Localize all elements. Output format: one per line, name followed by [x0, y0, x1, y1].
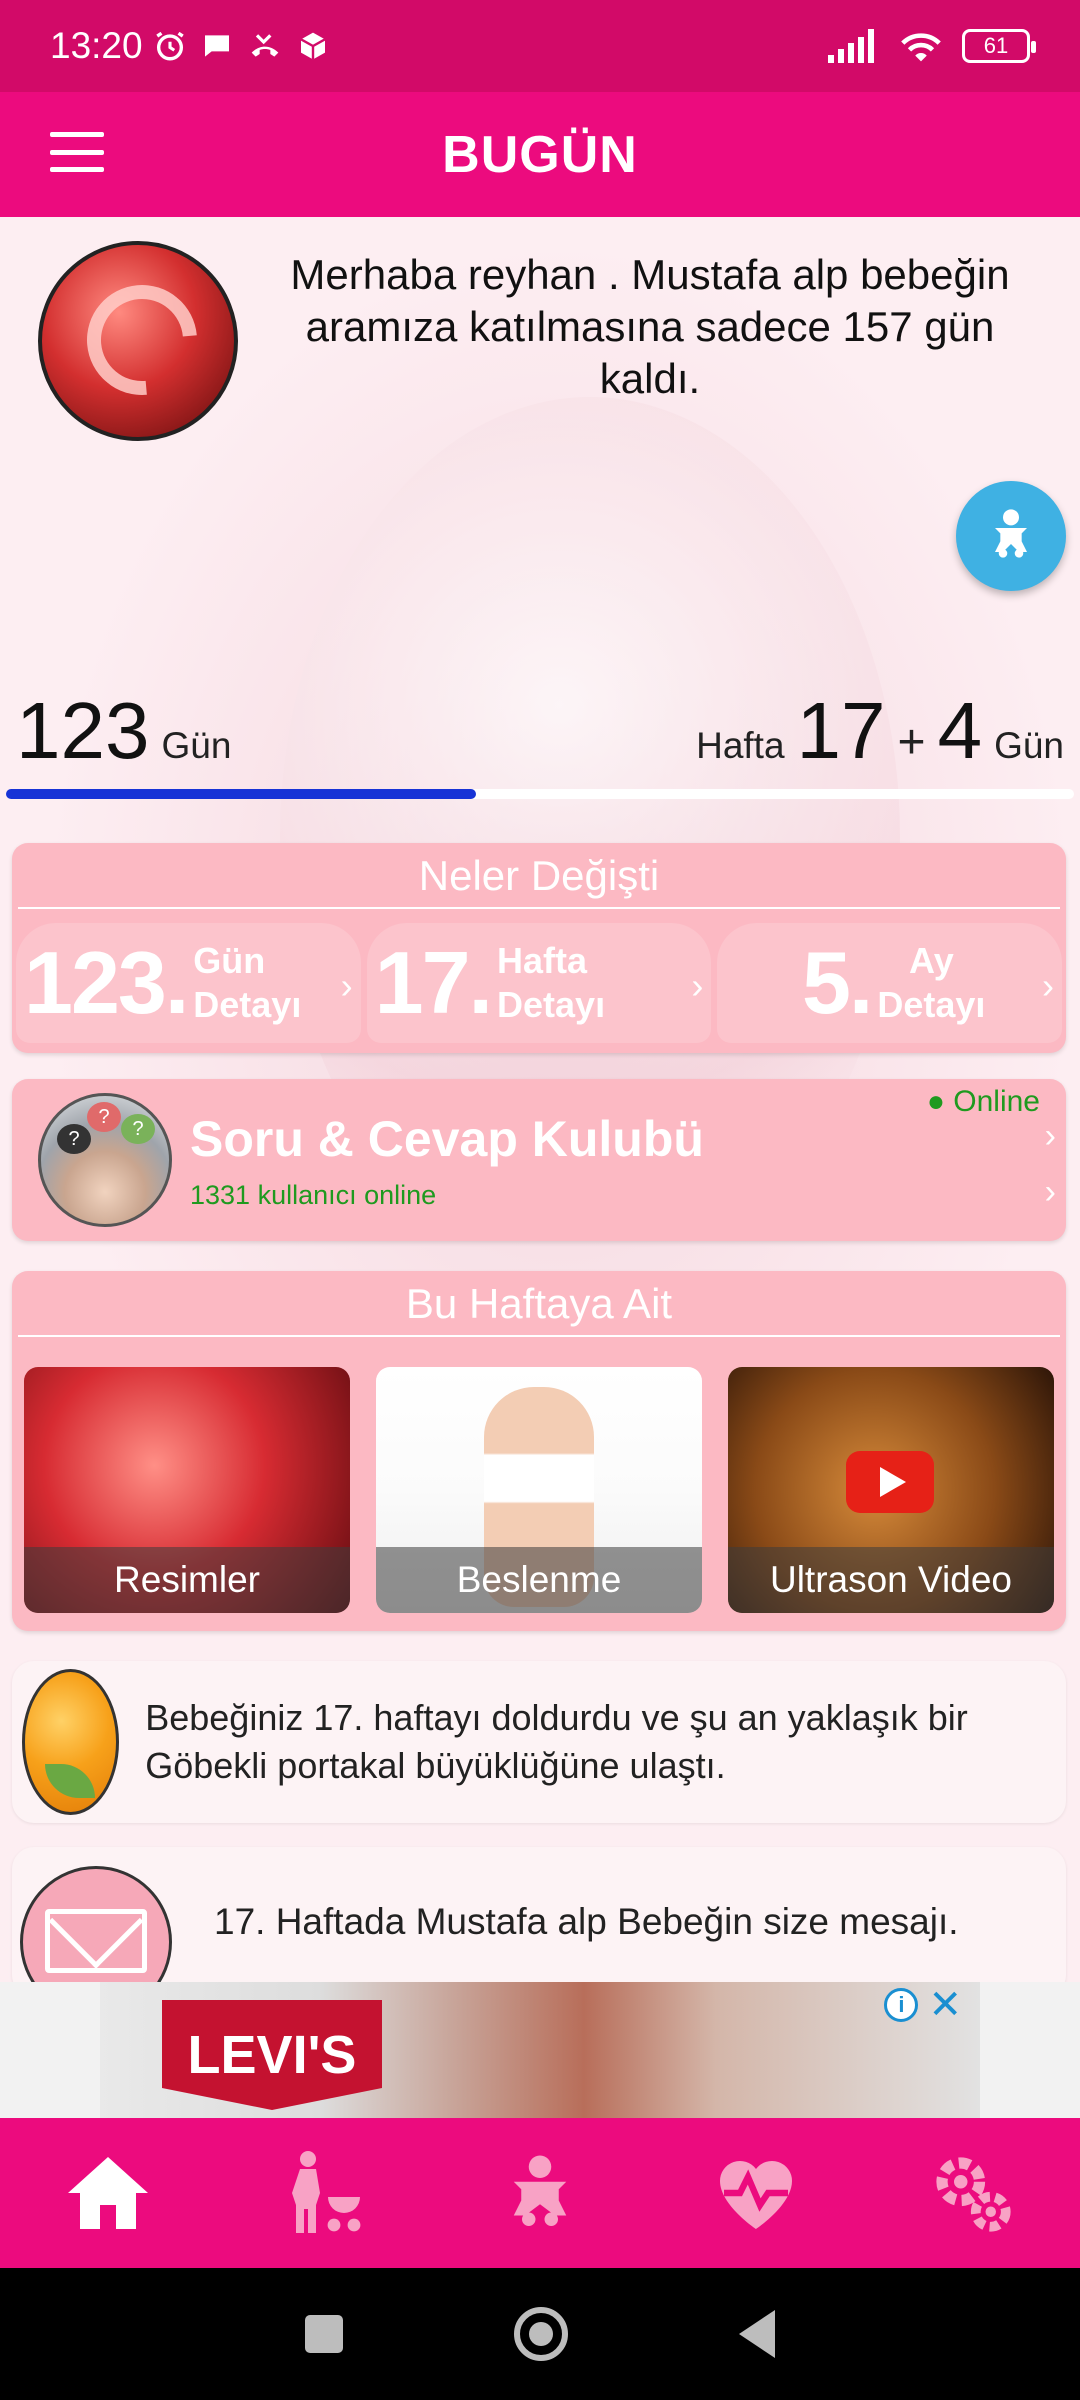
question-bubble-icon: ? — [121, 1114, 155, 1144]
orange-icon — [22, 1669, 120, 1815]
week-value: 17 — [796, 686, 886, 775]
wifi-icon — [901, 33, 941, 62]
week-detail-line2: Detayı — [497, 984, 606, 1025]
alarm-icon — [155, 31, 184, 61]
qa-club-title: Soru & Cevap Kulubü — [190, 1110, 704, 1167]
size-fact-text: Bebeğiniz 17. haftayı doldurdu ve şu an … — [145, 1697, 968, 1786]
status-time: 13:20 — [50, 25, 143, 66]
this-week-title: Bu Haftaya Ait — [18, 1271, 1060, 1337]
recents-button[interactable] — [305, 2315, 344, 2353]
nav-health[interactable] — [696, 2133, 816, 2253]
ad-banner[interactable]: LEVI'S i ✕ — [0, 1982, 1080, 2118]
home-icon — [68, 2157, 148, 2229]
ad-image[interactable]: LEVI'S i ✕ — [100, 1982, 980, 2118]
app-bar: BUGÜN — [0, 92, 1080, 217]
bottom-navigation — [0, 2118, 1080, 2268]
users-online-count: 1331 kullanıcı online — [190, 1179, 437, 1210]
extra-days-value: 4 — [937, 686, 983, 775]
greeting-text: Merhaba reyhan . Mustafa alp bebeğin ara… — [290, 251, 1010, 402]
nav-mother[interactable] — [264, 2133, 384, 2253]
page-title: BUGÜN — [442, 125, 638, 184]
status-right-icons: 61 — [828, 28, 1036, 64]
qa-club-card[interactable]: ? ? ? Soru & Cevap Kulubü 1331 kullanıcı… — [12, 1079, 1066, 1241]
chevron-right-icon: › — [1044, 1173, 1056, 1211]
week-detail-line1: Hafta — [497, 940, 588, 981]
mother-stroller-icon — [292, 2151, 361, 2233]
status-notification-icons — [153, 29, 329, 63]
battery-icon: 61 — [962, 29, 1036, 63]
heart-rate-icon — [720, 2161, 792, 2229]
month-detail-number: 5. — [801, 933, 873, 1032]
this-week-panel: Bu Haftaya Ait Resimler Beslenme Ultraso… — [12, 1271, 1066, 1631]
nutrition-tile[interactable]: Beslenme — [376, 1367, 702, 1613]
day-detail-number: 123. — [24, 933, 189, 1032]
day-counter: 123 Gün — [16, 685, 231, 777]
chevron-right-icon: › — [691, 965, 704, 1006]
levis-logo: LEVI'S — [162, 2000, 382, 2110]
hamburger-menu-icon[interactable] — [50, 132, 104, 172]
week-prefix: Hafta — [696, 725, 785, 766]
baby-icon — [995, 509, 1027, 558]
month-detail-line1: Ay — [909, 940, 954, 981]
envelope-icon — [20, 1866, 172, 1982]
nav-settings[interactable] — [912, 2133, 1032, 2253]
back-button[interactable] — [738, 2310, 775, 2358]
missed-call-icon — [251, 34, 278, 57]
ultrasound-video-label: Ultrason Video — [728, 1547, 1054, 1613]
chevron-right-icon: › — [1044, 1117, 1056, 1155]
main-content[interactable]: Merhaba reyhan . Mustafa alp bebeğin ara… — [0, 217, 1080, 1982]
extra-days-label: Gün — [994, 725, 1064, 766]
ultrasound-video-tile[interactable]: Ultrason Video — [728, 1367, 1054, 1613]
changes-panel: Neler Değişti 123. Gün Detayı › 17. Hafta… — [12, 843, 1066, 1053]
nav-baby[interactable] — [480, 2133, 600, 2253]
week-detail-button[interactable]: 17. Hafta Detayı › — [366, 923, 712, 1043]
system-navigation-bar — [0, 2268, 1080, 2400]
plus-sign: + — [897, 716, 926, 769]
pictures-label: Resimler — [24, 1547, 350, 1613]
fetus-avatar[interactable] — [38, 241, 238, 441]
day-detail-line2: Detayı — [193, 984, 302, 1025]
package-icon — [300, 32, 326, 60]
baby-fab-button[interactable] — [956, 481, 1066, 591]
battery-level: 61 — [983, 33, 1009, 58]
chat-bubble-icon — [204, 35, 229, 57]
progress-fill — [6, 789, 476, 799]
question-bubble-icon: ? — [57, 1124, 91, 1154]
month-detail-line2: Detayı — [877, 984, 986, 1025]
qa-club-avatar: ? ? ? — [38, 1093, 172, 1227]
online-status: ● Online — [926, 1085, 1040, 1118]
signal-icon — [828, 29, 874, 63]
ad-info-icon[interactable]: i — [884, 1988, 919, 2022]
baby-icon — [513, 2155, 567, 2226]
chevron-right-icon: › — [340, 965, 353, 1006]
size-fact-card[interactable]: Bebeğiniz 17. haftayı doldurdu ve şu an … — [12, 1661, 1066, 1823]
play-icon — [846, 1451, 934, 1513]
week-detail-number: 17. — [374, 933, 493, 1032]
nav-home[interactable] — [48, 2133, 168, 2253]
changes-panel-title: Neler Değişti — [18, 843, 1060, 909]
question-bubble-icon: ? — [87, 1102, 121, 1132]
day-detail-button[interactable]: 123. Gün Detayı › — [16, 923, 361, 1043]
home-button[interactable] — [513, 2307, 568, 2361]
day-detail-line1: Gün — [193, 940, 266, 981]
days-label: Gün — [161, 725, 232, 766]
pregnancy-progress-bar — [6, 789, 1074, 799]
pictures-tile[interactable]: Resimler — [24, 1367, 350, 1613]
ad-close-icon[interactable]: ✕ — [928, 1985, 962, 2025]
chevron-right-icon: › — [1042, 965, 1055, 1006]
nutrition-label: Beslenme — [376, 1547, 702, 1613]
baby-message-text: 17. Haftada Mustafa alp Bebeğin size mes… — [214, 1901, 959, 1942]
baby-message-card[interactable]: 17. Haftada Mustafa alp Bebeğin size mes… — [12, 1847, 1066, 1982]
status-bar: 13:20 61 — [0, 0, 1080, 92]
days-value: 123 — [16, 686, 150, 775]
settings-gears-icon — [936, 2157, 1011, 2232]
pregnancy-counters: 123 Gün Hafta 17 + 4 Gün — [0, 677, 1080, 777]
week-counter: Hafta 17 + 4 Gün — [696, 685, 1064, 777]
month-detail-button[interactable]: 5. Ay Detayı › — [717, 923, 1063, 1043]
